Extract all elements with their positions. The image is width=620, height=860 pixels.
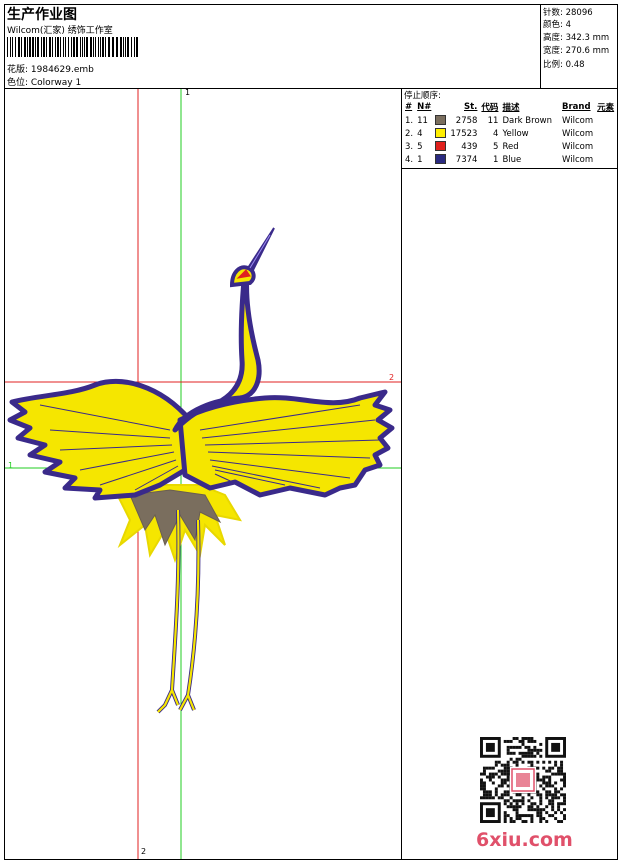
page-title: 生产作业图 — [7, 7, 77, 23]
col-header: # — [405, 102, 413, 112]
stat-width: 宽度: 270.6 mm — [543, 46, 610, 56]
company-name: Wilcom(汇家) 绣饰工作室 — [7, 26, 113, 36]
canvas-divider — [401, 88, 402, 860]
col-header: 代码 — [481, 103, 499, 113]
guide-label-red-bottom: 2 — [141, 847, 147, 856]
table-row: 3. 5 439 5 Red Wilcom — [405, 141, 594, 152]
stat-stitches: 针数: 28096 — [543, 8, 593, 18]
guide-label-green-left: 1 — [8, 461, 14, 470]
col-header: 描述 — [502, 103, 520, 113]
col-header: St. — [464, 102, 478, 112]
guide-label-green-top: 1 — [185, 88, 191, 97]
color-swatch — [435, 141, 447, 152]
col-header: Brand — [562, 102, 591, 112]
design-file: 花版: 1984629.emb — [7, 65, 94, 75]
color-swatch — [435, 115, 447, 126]
table-row: 4. 1 7374 1 Blue Wilcom — [405, 154, 594, 165]
guide-label-red-right: 2 — [389, 373, 395, 382]
stat-height: 高度: 342.3 mm — [543, 33, 610, 43]
watermark: 6xiu.com — [476, 829, 573, 851]
stat-scale: 比例: 0.48 — [543, 60, 585, 70]
col-header: N# — [417, 102, 432, 112]
table-row: 1. 11 2758 11 Dark Brown Wilcom — [405, 115, 594, 126]
colorway: 色位: Colorway 1 — [7, 78, 82, 88]
col-header — [433, 100, 448, 114]
stat-colors: 颜色: 4 — [543, 20, 572, 30]
col-header: 元素 — [597, 103, 615, 113]
qr-code-icon — [480, 737, 566, 823]
design-canvas — [5, 89, 401, 859]
stop-sequence-table: # N# St. 代码 描述 Brand 元素 1. 11 2758 11 Da… — [403, 100, 616, 166]
crane-embroidery — [7, 227, 395, 714]
color-swatch — [435, 128, 447, 139]
barcode-icon — [7, 37, 138, 57]
table-row: 2. 4 17523 4 Yellow Wilcom — [405, 128, 594, 139]
stop-sequence-divider — [401, 168, 618, 169]
color-swatch — [435, 154, 447, 165]
